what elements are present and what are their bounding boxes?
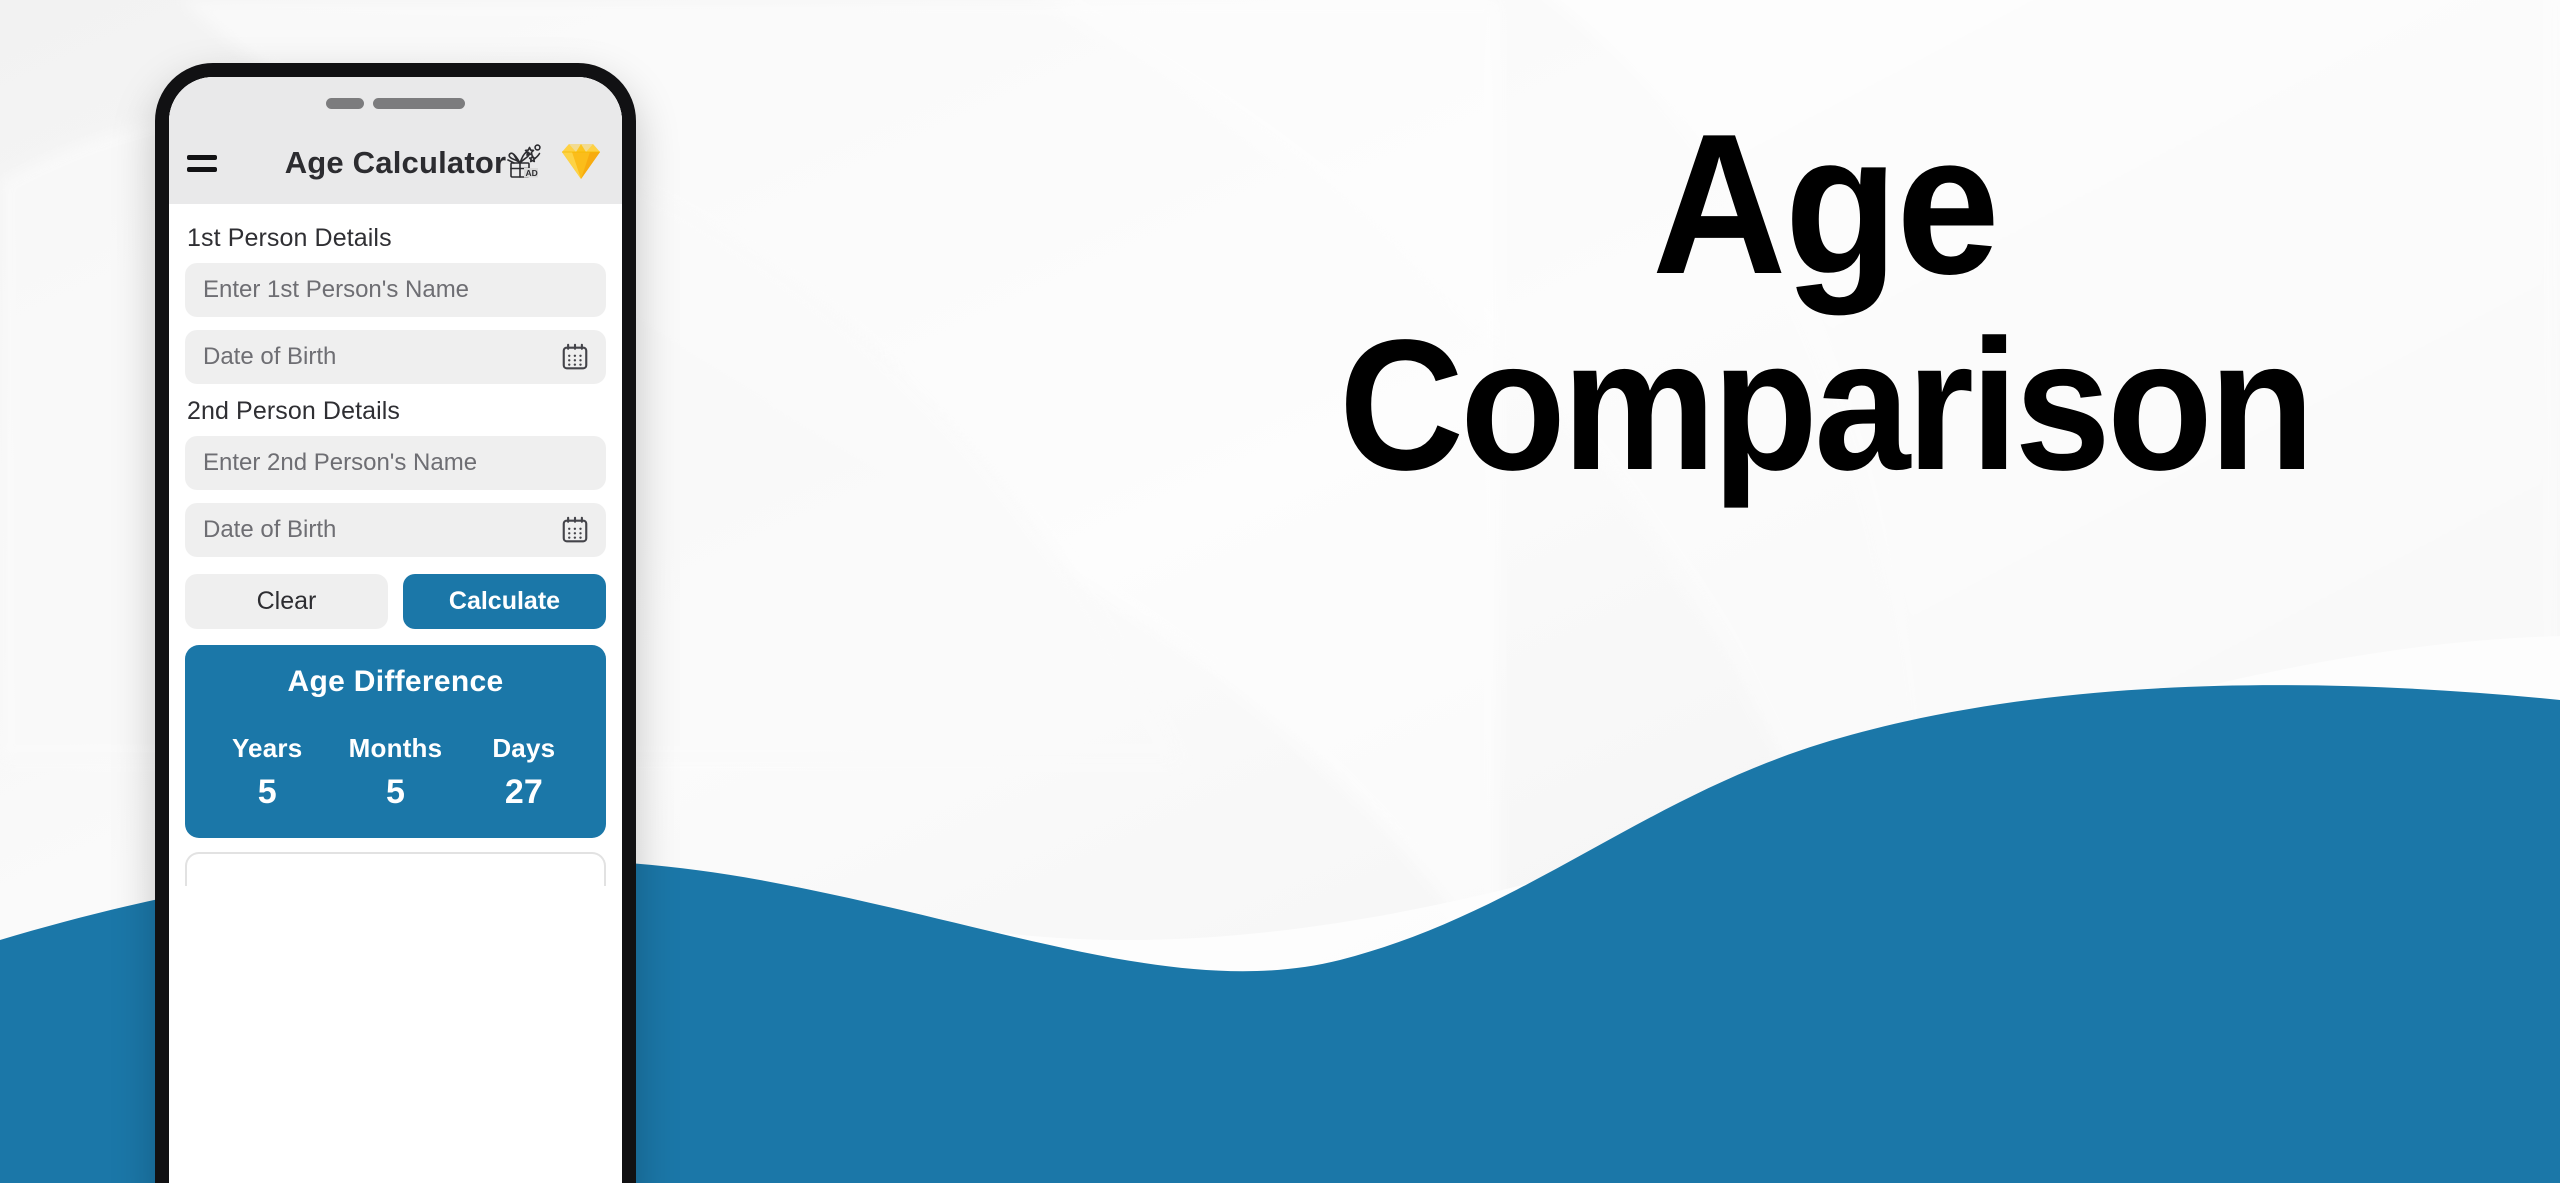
section-label-person-1: 1st Person Details [187,224,392,252]
ad-badge: AD [524,167,538,177]
years-value: 5 [257,773,277,811]
status-bar [169,77,622,122]
phone-screen: Age Calculator AD 1st Person Details Ent… [169,77,622,1183]
calendar-icon[interactable] [560,342,590,372]
age-difference-months: Months 5 [331,733,459,812]
name-input-person-2[interactable]: Enter 2nd Person's Name [185,436,606,490]
form-content: 1st Person Details Enter 1st Person's Na… [169,204,622,886]
app-bar-actions: AD [502,140,602,187]
name-input-person-2-placeholder: Enter 2nd Person's Name [203,449,478,476]
dob-input-person-1-placeholder: Date of Birth [203,343,337,370]
screenshot-stage: Age Comparison Age Calculator AD 1st Per… [0,0,2560,1183]
dob-input-person-2-placeholder: Date of Birth [203,516,337,543]
calendar-icon-svg [562,516,588,543]
action-button-row: Clear Calculate [185,574,606,629]
phone-mockup: Age Calculator AD 1st Person Details Ent… [155,63,636,1183]
months-value: 5 [386,773,405,811]
gift-ad-icon[interactable]: AD [502,140,546,187]
diamond-premium-icon-svg [562,143,600,179]
days-value: 27 [504,773,543,811]
age-difference-columns: Years 5 Months 5 Days 27 [203,733,588,812]
months-label: Months [348,733,443,763]
hamburger-menu-icon[interactable] [187,148,225,178]
section-label-person-2: 2nd Person Details [187,397,401,425]
dob-input-person-2[interactable]: Date of Birth [185,503,606,557]
name-input-person-1-placeholder: Enter 1st Person's Name [203,276,470,303]
calendar-icon[interactable] [560,515,590,545]
notch-camera-pill [373,98,465,109]
app-bar: Age Calculator AD [169,122,622,204]
days-label: Days [492,733,556,763]
diamond-premium-icon[interactable] [560,141,602,186]
name-input-person-1[interactable]: Enter 1st Person's Name [185,263,606,317]
age-difference-title: Age Difference [287,665,504,698]
dob-input-person-1[interactable]: Date of Birth [185,330,606,384]
gift-ad-icon-svg: AD [507,143,541,177]
age-difference-card: Age Difference Years 5 Months 5 Days 27 [185,645,606,838]
age-difference-years: Years 5 [203,733,331,812]
clear-button[interactable]: Clear [185,574,388,629]
age-difference-days: Days 27 [460,733,588,812]
hamburger-line-2 [187,166,217,172]
next-card-partial [185,852,606,886]
calculate-button[interactable]: Calculate [403,574,606,629]
years-label: Years [231,733,303,763]
calendar-icon-svg [562,343,588,370]
notch-speaker-pill [326,98,364,109]
svg-text:AD: AD [526,167,538,177]
hamburger-line-1 [187,154,217,160]
